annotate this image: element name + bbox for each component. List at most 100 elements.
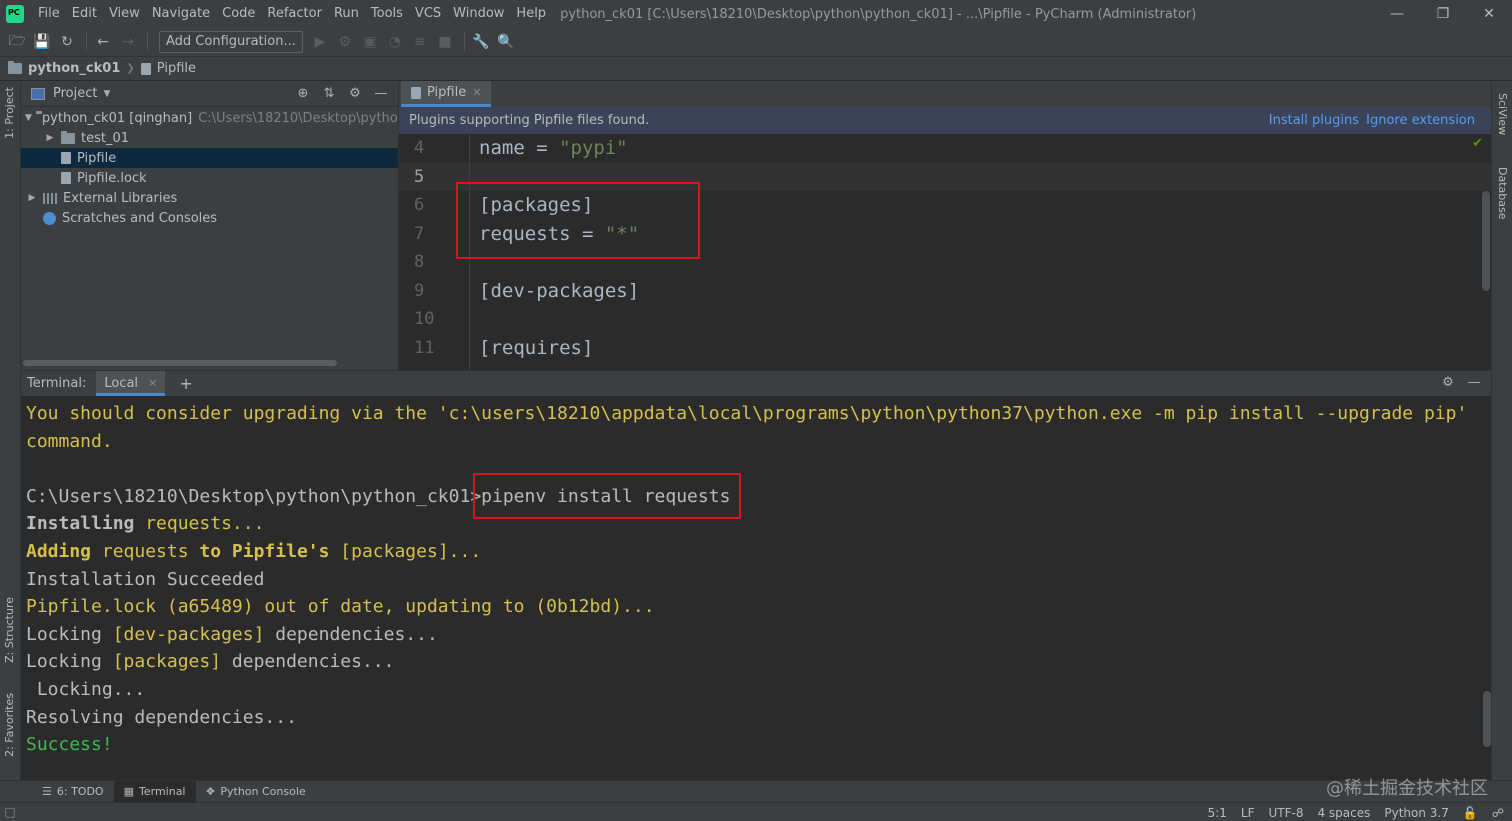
menu-tools[interactable]: Tools: [365, 0, 409, 28]
menu-navigate[interactable]: Navigate: [146, 0, 216, 28]
close-window-button[interactable]: ✕: [1466, 0, 1512, 28]
event-log-icon[interactable]: ☍: [1492, 806, 1504, 820]
tab-label: 6: TODO: [56, 785, 104, 798]
back-icon[interactable]: ←: [92, 31, 114, 53]
tree-item-test01[interactable]: ▶ test_01: [21, 128, 398, 148]
tree-root-path: C:\Users\18210\Desktop\python\p: [198, 110, 398, 126]
tree-item-scratches[interactable]: Scratches and Consoles: [21, 208, 398, 228]
terminal-panel: Terminal: Local ✕ + ⚙ — You should consi…: [21, 370, 1491, 780]
coverage-icon[interactable]: ▣: [359, 31, 381, 53]
file-encoding[interactable]: UTF-8: [1269, 806, 1304, 820]
chevron-down-icon[interactable]: ▼: [103, 89, 110, 99]
tab-todo[interactable]: ☰ 6: TODO: [32, 781, 114, 803]
tab-python-console[interactable]: ❖ Python Console: [196, 781, 316, 803]
wrench-icon[interactable]: 🔧: [470, 31, 492, 53]
debug-icon[interactable]: ⚙: [334, 31, 356, 53]
terminal-label: Terminal:: [27, 376, 87, 391]
stop-icon[interactable]: ■: [434, 31, 456, 53]
collapsed-arrow-icon[interactable]: ▶: [25, 193, 39, 203]
menu-help[interactable]: Help: [510, 0, 552, 28]
project-panel-title[interactable]: Project: [53, 86, 97, 101]
terminal-text: [packages]...: [329, 540, 482, 562]
project-view-icon: [31, 87, 45, 100]
install-plugins-link[interactable]: Install plugins: [1269, 113, 1359, 128]
gear-icon[interactable]: ⚙: [344, 85, 366, 103]
tool-tab-structure[interactable]: Z: Structure: [3, 597, 16, 663]
tab-label: Local: [104, 376, 139, 391]
menu-code[interactable]: Code: [216, 0, 261, 28]
menu-view[interactable]: View: [103, 0, 146, 28]
sync-icon[interactable]: ↻: [56, 31, 78, 53]
terminal-line: Locking [packages] dependencies...: [26, 648, 1491, 676]
ignore-extension-link[interactable]: Ignore extension: [1366, 113, 1475, 128]
forward-icon[interactable]: →: [117, 31, 139, 53]
line-separator[interactable]: LF: [1241, 806, 1255, 820]
gear-icon[interactable]: ⚙: [1437, 374, 1459, 392]
profile-icon[interactable]: ◔: [384, 31, 406, 53]
lock-icon[interactable]: 🔓: [1463, 806, 1478, 820]
tab-local[interactable]: Local ✕: [96, 371, 166, 396]
terminal-line: You should consider upgrading via the 'c…: [26, 403, 1468, 424]
tree-item-root[interactable]: ▼ python_ck01 [qinghan] C:\Users\18210\D…: [21, 108, 398, 128]
horizontal-scrollbar[interactable]: [23, 360, 337, 366]
expanded-arrow-icon[interactable]: ▼: [25, 113, 32, 123]
add-terminal-icon[interactable]: +: [179, 374, 192, 393]
menu-window[interactable]: Window: [447, 0, 510, 28]
add-configuration-button[interactable]: Add Configuration...: [159, 31, 303, 53]
close-icon[interactable]: ✕: [472, 86, 481, 99]
open-folder-icon[interactable]: 🗁: [6, 31, 28, 53]
folder-icon: [8, 61, 22, 74]
indent-setting[interactable]: 4 spaces: [1317, 806, 1370, 820]
terminal-line: Installing requests...: [26, 510, 1491, 538]
locate-file-icon[interactable]: ⊕: [292, 85, 314, 103]
terminal-text: dependencies...: [264, 623, 438, 645]
close-icon[interactable]: ✕: [148, 377, 157, 390]
tab-label: Terminal: [139, 785, 186, 798]
code-line: 9 [dev-packages]: [399, 277, 1492, 306]
status-bar: □ 5:1 LF UTF-8 4 spaces Python 3.7 🔓 ☍: [0, 802, 1512, 821]
file-icon: [61, 172, 71, 184]
python-interpreter[interactable]: Python 3.7: [1384, 806, 1449, 820]
run-icon[interactable]: ▶: [309, 31, 331, 53]
toggle-tool-windows-icon[interactable]: □: [0, 805, 20, 819]
terminal-line: Pipfile.lock (a65489) out of date, updat…: [26, 596, 655, 618]
collapsed-arrow-icon[interactable]: ▶: [43, 133, 57, 143]
tab-pipfile[interactable]: Pipfile ✕: [401, 81, 492, 107]
terminal-output[interactable]: You should consider upgrading via the 'c…: [21, 396, 1491, 759]
code-string: "pypi": [559, 137, 628, 160]
list-icon: ☰: [42, 785, 52, 798]
menu-vcs[interactable]: VCS: [409, 0, 447, 28]
restore-button[interactable]: ❐: [1420, 0, 1466, 28]
inspection-ok-icon[interactable]: ✔: [1472, 136, 1483, 151]
file-icon: [140, 62, 151, 75]
tree-item-external-libraries[interactable]: ▶ External Libraries: [21, 188, 398, 208]
terminal-text: requests...: [134, 513, 265, 535]
menu-run[interactable]: Run: [328, 0, 365, 28]
hide-panel-icon[interactable]: —: [370, 85, 392, 103]
menu-edit[interactable]: Edit: [66, 0, 103, 28]
minimize-button[interactable]: —: [1374, 0, 1420, 28]
tool-tab-database[interactable]: Database: [1496, 167, 1509, 220]
line-number: 7: [414, 223, 425, 244]
terminal-text: requests: [91, 540, 200, 562]
caret-position[interactable]: 5:1: [1208, 806, 1227, 820]
terminal-scrollbar[interactable]: [1483, 691, 1491, 747]
menu-file[interactable]: File: [32, 0, 66, 28]
search-icon[interactable]: 🔍: [495, 31, 517, 53]
save-icon[interactable]: 💾: [31, 31, 53, 53]
breadcrumb-project[interactable]: python_ck01: [28, 61, 120, 76]
menu-refactor[interactable]: Refactor: [261, 0, 328, 28]
hide-panel-icon[interactable]: —: [1463, 374, 1485, 392]
tool-tab-favorites[interactable]: 2: Favorites: [3, 693, 16, 757]
editor-scrollbar[interactable]: [1482, 191, 1490, 291]
collapse-all-icon[interactable]: ⇅: [318, 85, 340, 103]
tree-item-pipfile[interactable]: Pipfile: [21, 148, 398, 168]
concurrency-icon[interactable]: ≡: [409, 31, 431, 53]
tool-tab-sciview[interactable]: SciView: [1496, 93, 1509, 135]
tool-tab-project[interactable]: 1: Project: [3, 87, 16, 139]
tree-item-pipfile-lock[interactable]: Pipfile.lock: [21, 168, 398, 188]
breadcrumb-file[interactable]: Pipfile: [157, 61, 196, 76]
tab-terminal[interactable]: ▦ Terminal: [113, 780, 196, 803]
terminal-text: [packages]: [112, 651, 222, 673]
